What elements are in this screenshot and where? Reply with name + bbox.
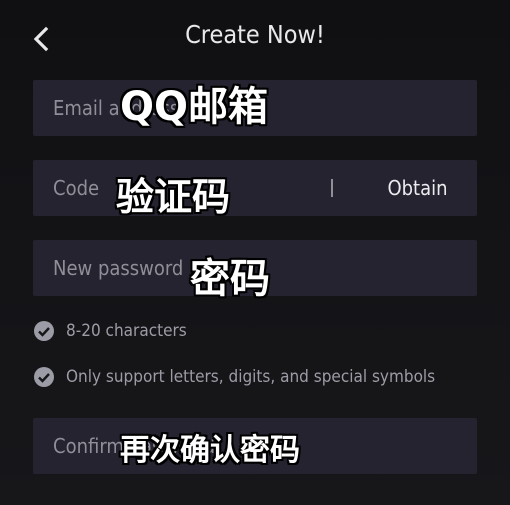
code-input[interactable]: [53, 160, 293, 216]
email-field-container: [33, 80, 477, 136]
code-field-container: Obtain: [33, 160, 477, 216]
page-title: Create Now!: [185, 20, 325, 49]
create-account-screen: Create Now! QQ邮箱 Obtain 验证码 密码 8-20 char…: [0, 0, 510, 505]
confirm-password-field-container: [33, 418, 477, 474]
confirm-password-input[interactable]: [53, 418, 313, 474]
code-divider: [331, 179, 333, 197]
password-field-container: [33, 240, 477, 296]
check-circle-icon: [34, 367, 54, 387]
rule-text: 8-20 characters: [66, 321, 187, 341]
password-rule-characters: Only support letters, digits, and specia…: [34, 367, 435, 387]
obtain-code-button[interactable]: Obtain: [358, 160, 477, 216]
rule-text: Only support letters, digits, and specia…: [66, 367, 436, 387]
password-rule-length: 8-20 characters: [34, 321, 187, 341]
check-circle-icon: [34, 321, 54, 341]
email-input[interactable]: [53, 80, 313, 136]
new-password-input[interactable]: [53, 240, 313, 296]
